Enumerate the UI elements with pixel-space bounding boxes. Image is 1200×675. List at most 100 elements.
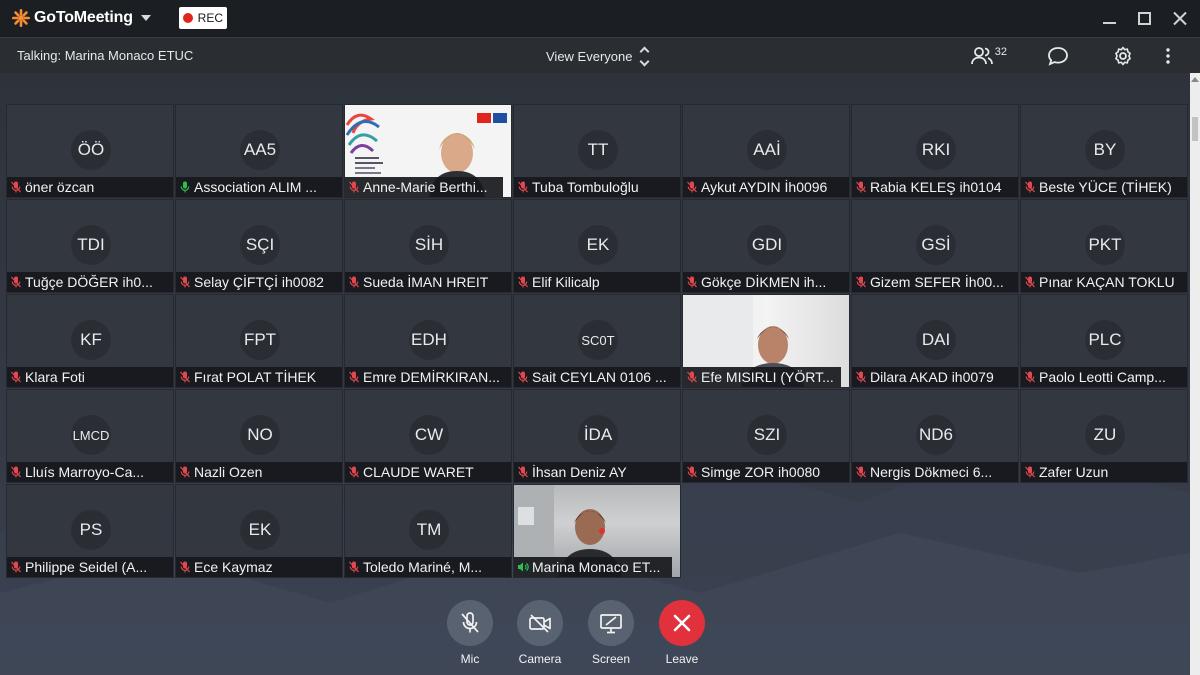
participant-initials-avatar: EDH	[409, 320, 449, 360]
screen-button[interactable]	[588, 600, 634, 646]
screen-control[interactable]: Screen	[576, 600, 646, 666]
mic-muted-icon	[683, 272, 701, 292]
participant-name: Elif Kilicalp	[532, 274, 600, 290]
meeting-controls: Mic Camera Screen Leave	[0, 600, 1190, 675]
attendees-button[interactable]: 32	[970, 38, 1007, 74]
participant-name-bar: Sait CEYLAN 0106 ...	[514, 367, 680, 387]
participant-initials-avatar: SÇI	[240, 225, 280, 265]
participant-tile[interactable]: EK Elif Kilicalp	[513, 199, 681, 293]
participant-initials-avatar: PKT	[1085, 225, 1125, 265]
participant-video-tile[interactable]: Efe MISIRLI (YÖRT...	[682, 294, 850, 388]
minimize-button[interactable]	[1103, 12, 1116, 25]
participant-tile[interactable]: AAİ Aykut AYDIN İh0096	[682, 104, 850, 198]
recording-badge[interactable]: REC	[178, 7, 227, 29]
participant-tile[interactable]: PS Philippe Seidel (A...	[6, 484, 174, 578]
participant-tile[interactable]: EDH Emre DEMİRKIRAN...	[344, 294, 512, 388]
view-selector[interactable]: View Everyone	[546, 38, 650, 74]
scroll-thumb[interactable]	[1192, 117, 1198, 141]
participant-name-bar: Pınar KAÇAN TOKLU	[1021, 272, 1187, 292]
mic-muted-icon	[176, 462, 194, 482]
participant-initials-avatar: SİH	[409, 225, 449, 265]
participant-tile[interactable]: GDI Gökçe DİKMEN ih...	[682, 199, 850, 293]
participant-tile[interactable]: DAI Dilara AKAD ih0079	[851, 294, 1019, 388]
maximize-button[interactable]	[1138, 11, 1151, 25]
mic-muted-icon	[7, 272, 25, 292]
settings-button[interactable]	[1113, 38, 1133, 74]
participant-name: Philippe Seidel (A...	[25, 559, 148, 575]
mic-muted-icon	[852, 462, 870, 482]
participant-tile[interactable]: RKI Rabia KELEŞ ih0104	[851, 104, 1019, 198]
close-window-button[interactable]	[1173, 12, 1186, 25]
participant-tile[interactable]: FPT Fırat POLAT TİHEK	[175, 294, 343, 388]
participant-name-bar: Association ALIM ...	[176, 177, 342, 197]
participant-tile[interactable]: GSİ Gizem SEFER İh00...	[851, 199, 1019, 293]
participant-name: Rabia KELEŞ ih0104	[870, 179, 1002, 195]
record-dot-icon	[182, 13, 193, 23]
participant-name: Paolo Leotti Camp...	[1039, 369, 1166, 385]
scroll-up-arrow-icon[interactable]	[1191, 77, 1199, 82]
participant-name-bar: Toledo Mariné, M...	[345, 557, 511, 577]
camera-off-icon	[529, 614, 551, 633]
participant-name-bar: Nazli Ozen	[176, 462, 342, 482]
participant-tile[interactable]: TM Toledo Mariné, M...	[344, 484, 512, 578]
participant-tile[interactable]: ÖÖ öner özcan	[6, 104, 174, 198]
mic-muted-icon	[1021, 367, 1039, 387]
participant-name: Gizem SEFER İh00...	[870, 274, 1004, 290]
participant-initials-avatar: KF	[71, 320, 111, 360]
participant-video-tile[interactable]: Anne-Marie Berthi...	[344, 104, 512, 198]
participant-tile[interactable]: NO Nazli Ozen	[175, 389, 343, 483]
participant-tile[interactable]: PLC Paolo Leotti Camp...	[1020, 294, 1188, 388]
participant-name-bar: Aykut AYDIN İh0096	[683, 177, 849, 197]
participant-tile[interactable]: SZI Simge ZOR ih0080	[682, 389, 850, 483]
mic-off-icon	[461, 612, 479, 633]
participant-tile[interactable]: BY Beste YÜCE (TİHEK)	[1020, 104, 1188, 198]
camera-control[interactable]: Camera	[505, 600, 575, 666]
meeting-info-bar: Talking: Marina Monaco ETUC View Everyon…	[0, 37, 1200, 73]
app-menu[interactable]: GoToMeeting	[12, 9, 151, 27]
mic-muted-icon	[852, 367, 870, 387]
participant-tile[interactable]: LMCD Lluís Marroyo-Ca...	[6, 389, 174, 483]
participant-tile[interactable]: CW CLAUDE WARET	[344, 389, 512, 483]
mic-control[interactable]: Mic	[435, 600, 505, 666]
mic-button[interactable]	[447, 600, 493, 646]
camera-button[interactable]	[517, 600, 563, 646]
participant-tile[interactable]: KF Klara Foti	[6, 294, 174, 388]
participant-tile[interactable]: SC0T Sait CEYLAN 0106 ...	[513, 294, 681, 388]
mic-muted-icon	[7, 367, 25, 387]
vertical-scrollbar[interactable]	[1190, 73, 1200, 675]
participant-name-bar: öner özcan	[7, 177, 173, 197]
participant-name: Nazli Ozen	[194, 464, 263, 480]
participant-tile[interactable]: İDA İhsan Deniz AY	[513, 389, 681, 483]
participant-tile[interactable]: AA5 Association ALIM ...	[175, 104, 343, 198]
mic-muted-icon	[345, 462, 363, 482]
participant-name: Selay ÇİFTÇİ ih0082	[194, 274, 324, 290]
chat-button[interactable]	[1047, 38, 1069, 74]
participant-name: CLAUDE WARET	[363, 464, 474, 480]
participant-name: Association ALIM ...	[194, 179, 317, 195]
participant-tile[interactable]: TDI Tuğçe DÖĞER ih0...	[6, 199, 174, 293]
participant-initials-avatar: AAİ	[747, 130, 787, 170]
participant-name: Pınar KAÇAN TOKLU	[1039, 274, 1175, 290]
participant-name-bar: Lluís Marroyo-Ca...	[7, 462, 173, 482]
participant-video-tile[interactable]: Marina Monaco ET...	[513, 484, 681, 578]
participant-tile[interactable]: SÇI Selay ÇİFTÇİ ih0082	[175, 199, 343, 293]
mic-muted-icon	[7, 177, 25, 197]
participant-tile[interactable]: TT Tuba Tombuloğlu	[513, 104, 681, 198]
participant-name: Anne-Marie Berthi...	[363, 179, 488, 195]
participant-tile[interactable]: EK Ece Kaymaz	[175, 484, 343, 578]
participant-name: Ece Kaymaz	[194, 559, 273, 575]
mic-muted-icon	[176, 557, 194, 577]
participant-tile[interactable]: PKT Pınar KAÇAN TOKLU	[1020, 199, 1188, 293]
leave-control[interactable]: Leave	[647, 600, 717, 666]
participant-name-bar: Selay ÇİFTÇİ ih0082	[176, 272, 342, 292]
mic-muted-icon	[1021, 272, 1039, 292]
participant-initials-avatar: TT	[578, 130, 618, 170]
close-icon	[673, 614, 691, 632]
more-options-button[interactable]	[1166, 38, 1170, 74]
participant-tile[interactable]: ZU Zafer Uzun	[1020, 389, 1188, 483]
gotomeeting-logo-icon	[12, 9, 30, 27]
participant-name: Sueda İMAN HREIT	[363, 274, 489, 290]
participant-tile[interactable]: SİH Sueda İMAN HREIT	[344, 199, 512, 293]
participant-tile[interactable]: ND6 Nergis Dökmeci 6...	[851, 389, 1019, 483]
leave-button[interactable]	[659, 600, 705, 646]
